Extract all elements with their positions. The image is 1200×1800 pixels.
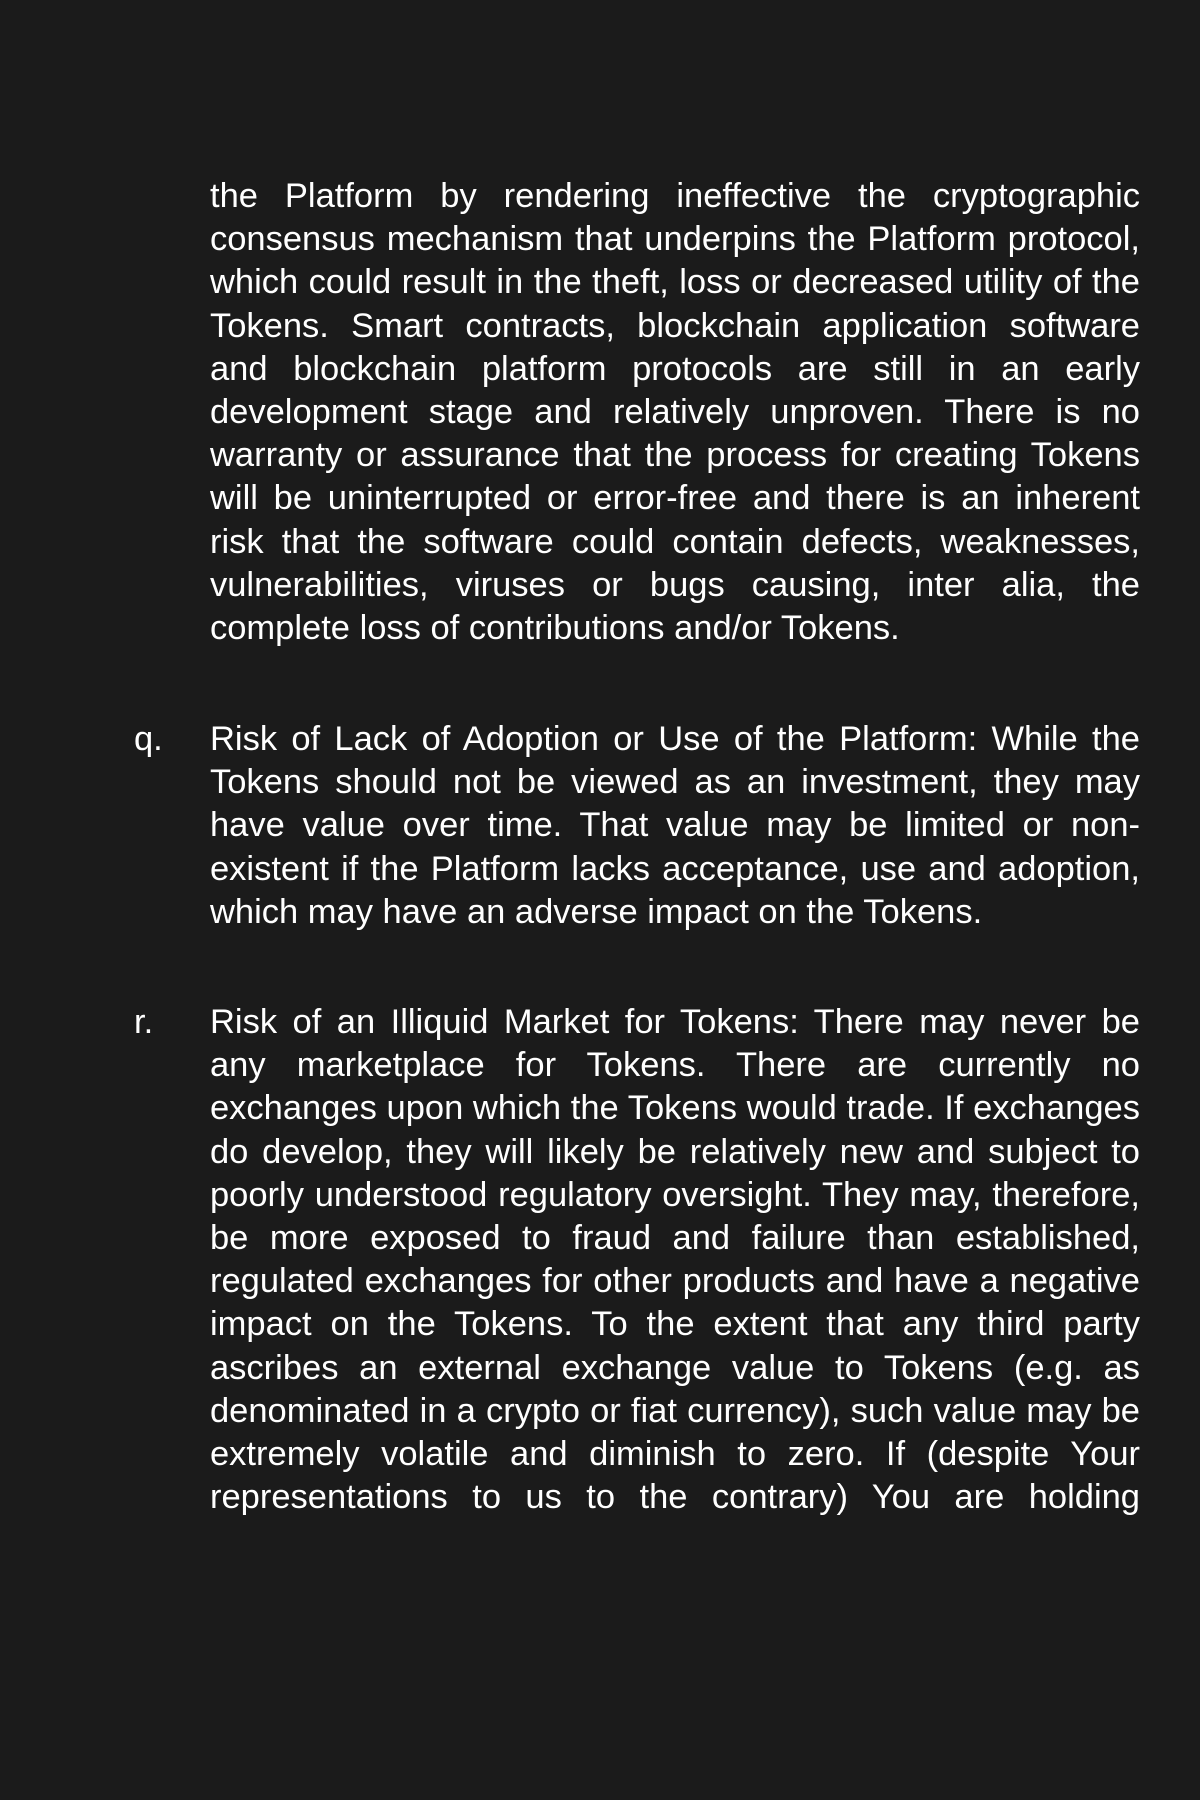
paragraph-text: the Platform by rendering ineffective th… xyxy=(210,177,1140,648)
list-item-marker-q: q. xyxy=(134,720,163,758)
list-item-text: Risk of Lack of Adoption or Use of the P… xyxy=(210,720,1140,931)
continuation-paragraph: the Platform by rendering ineffective th… xyxy=(210,175,1140,650)
list-item-r: Risk of an Illiquid Market for Tokens: T… xyxy=(210,1001,1140,1519)
list-item-q: Risk of Lack of Adoption or Use of the P… xyxy=(210,718,1140,934)
document-page: the Platform by rendering ineffective th… xyxy=(0,0,1200,1800)
list-item-text: Risk of an Illiquid Market for Tokens: T… xyxy=(210,1003,1140,1517)
list-item-marker-r: r. xyxy=(134,1003,154,1041)
